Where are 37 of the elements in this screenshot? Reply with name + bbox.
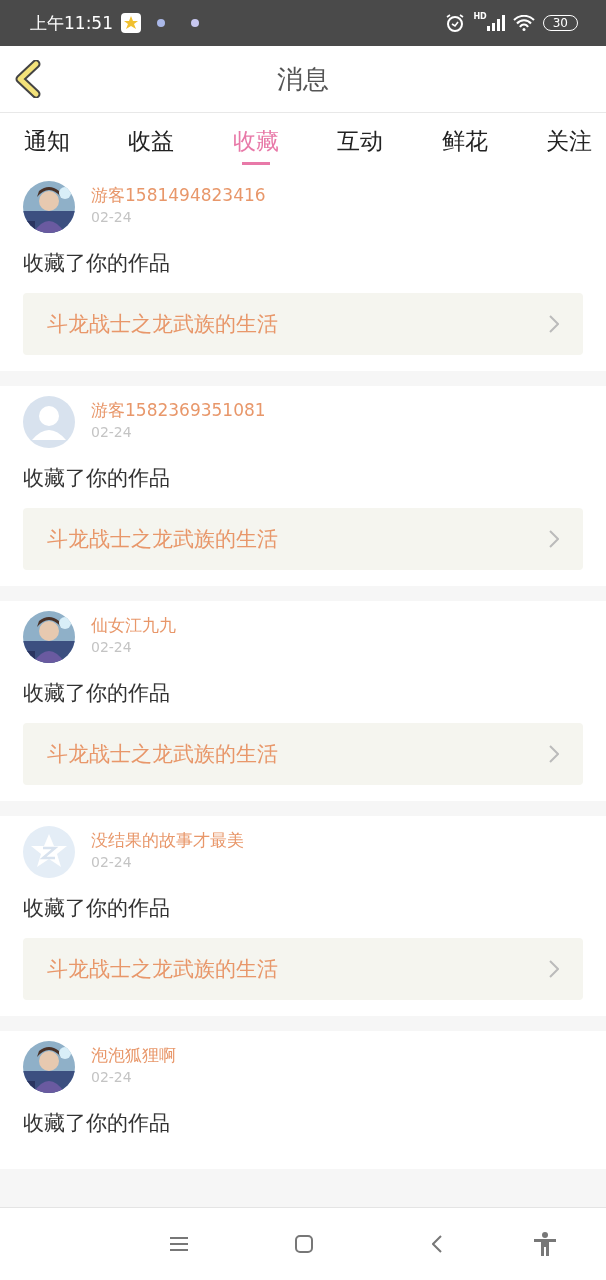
chevron-right-icon — [549, 530, 559, 548]
default-avatar-icon — [23, 396, 75, 448]
chevron-right-icon — [549, 745, 559, 763]
message-date: 02-24 — [91, 1069, 133, 1085]
message-text: 收藏了你的作品 — [23, 250, 171, 277]
star-app-icon — [121, 13, 141, 33]
message-text: 收藏了你的作品 — [23, 895, 171, 922]
wifi-icon — [512, 15, 535, 31]
tab[interactable]: 收益 — [128, 113, 175, 165]
signal-icon — [486, 15, 505, 31]
message-date: 02-24 — [91, 639, 133, 655]
user-name: 仙女江九九 — [91, 614, 176, 637]
tab[interactable]: 通知 — [24, 113, 70, 165]
message-date: 02-24 — [91, 209, 133, 225]
network-label: HD — [473, 12, 487, 21]
message-date: 02-24 — [91, 854, 133, 870]
message-text: 收藏了你的作品 — [23, 465, 171, 492]
user-name: 游客1582369351081 — [91, 399, 266, 422]
user-name: 泡泡狐狸啊 — [91, 1044, 176, 1067]
dot-icon — [191, 19, 199, 27]
page-title: 消息 — [277, 62, 329, 96]
user-name: 没结果的故事才最美 — [91, 829, 244, 852]
message-date: 02-24 — [91, 424, 133, 440]
message-text: 收藏了你的作品 — [23, 680, 171, 707]
accessibility-icon[interactable] — [534, 1232, 556, 1256]
tab[interactable]: 关注 — [545, 113, 592, 165]
alarm-icon — [445, 13, 466, 33]
message-text: 收藏了你的作品 — [23, 1110, 171, 1137]
star-avatar-icon — [23, 826, 75, 878]
chevron-right-icon — [549, 315, 559, 333]
home-button[interactable] — [293, 1232, 315, 1256]
status-time: 上午11:51 — [30, 11, 113, 35]
user-name: 游客1581494823416 — [91, 184, 266, 207]
tab[interactable]: 互动 — [337, 113, 384, 165]
dot-icon — [157, 19, 165, 27]
tab[interactable]: 鲜花 — [441, 113, 488, 165]
chevron-right-icon — [549, 960, 559, 978]
